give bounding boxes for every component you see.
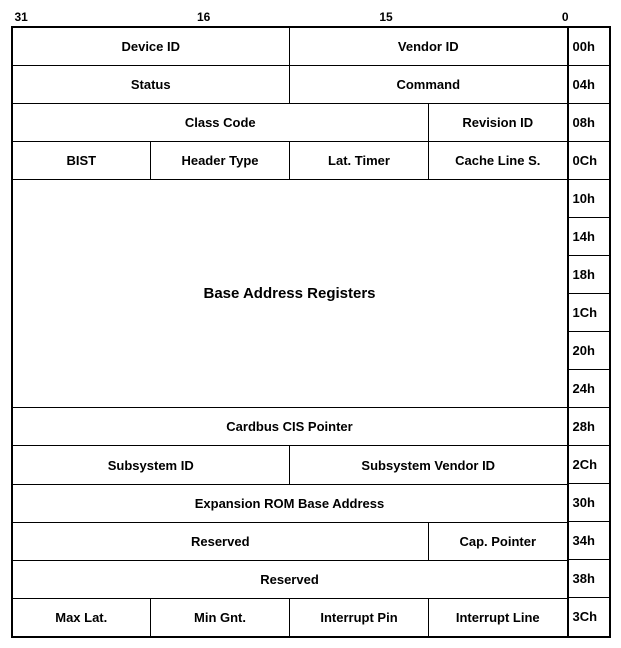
- bit-16-label: 16: [197, 10, 210, 24]
- vendor-id-cell: Vendor ID: [290, 27, 568, 66]
- addr-18h: 18h: [569, 256, 609, 294]
- table-row: BIST Header Type Lat. Timer Cache Line S…: [12, 142, 568, 180]
- table-container: Device ID Vendor ID Status Command Class…: [11, 26, 611, 638]
- command-cell: Command: [290, 66, 568, 104]
- reserved-2-cell: Reserved: [12, 560, 568, 598]
- revision-id-cell: Revision ID: [429, 104, 568, 142]
- bar-row: Base Address Registers: [12, 180, 568, 408]
- addr-38h: 38h: [569, 560, 609, 598]
- table-row: Device ID Vendor ID: [12, 27, 568, 66]
- interrupt-pin-cell: Interrupt Pin: [290, 598, 429, 637]
- interrupt-line-cell: Interrupt Line: [429, 598, 568, 637]
- addr-04h: 04h: [569, 66, 609, 104]
- reserved-1-cell: Reserved: [12, 522, 429, 560]
- addr-08h: 08h: [569, 104, 609, 142]
- addr-0ch: 0Ch: [569, 142, 609, 180]
- expansion-rom-cell: Expansion ROM Base Address: [12, 484, 568, 522]
- status-cell: Status: [12, 66, 290, 104]
- table-row: Class Code Revision ID: [12, 104, 568, 142]
- subsystem-id-cell: Subsystem ID: [12, 446, 290, 484]
- device-id-cell: Device ID: [12, 27, 290, 66]
- address-column: 00h 04h 08h 0Ch 10h 14h 18h 1Ch 20h 24h …: [569, 26, 611, 638]
- min-gnt-cell: Min Gnt.: [151, 598, 290, 637]
- lat-timer-cell: Lat. Timer: [290, 142, 429, 180]
- bist-cell: BIST: [12, 142, 151, 180]
- cardbus-cis-cell: Cardbus CIS Pointer: [12, 408, 568, 446]
- bit-31-label: 31: [15, 10, 28, 24]
- header-type-cell: Header Type: [151, 142, 290, 180]
- table-row: Subsystem ID Subsystem Vendor ID: [12, 446, 568, 484]
- table-row: Cardbus CIS Pointer: [12, 408, 568, 446]
- addr-3ch: 3Ch: [569, 598, 609, 636]
- table-row: Reserved: [12, 560, 568, 598]
- pci-config-space: 31 16 15 0 Device ID Vendor ID Status: [11, 10, 611, 638]
- addr-34h: 34h: [569, 522, 609, 560]
- bit-header: 31 16 15 0: [11, 10, 611, 26]
- table-row: Status Command: [12, 66, 568, 104]
- subsystem-vendor-cell: Subsystem Vendor ID: [290, 446, 568, 484]
- addr-24h: 24h: [569, 370, 609, 408]
- bar-cell: Base Address Registers: [12, 180, 568, 408]
- table-row: Max Lat. Min Gnt. Interrupt Pin Interrup…: [12, 598, 568, 637]
- addr-14h: 14h: [569, 218, 609, 256]
- class-code-cell: Class Code: [12, 104, 429, 142]
- pci-table: Device ID Vendor ID Status Command Class…: [11, 26, 569, 638]
- table-row: Expansion ROM Base Address: [12, 484, 568, 522]
- addr-30h: 30h: [569, 484, 609, 522]
- addr-28h: 28h: [569, 408, 609, 446]
- addr-20h: 20h: [569, 332, 609, 370]
- addr-2ch: 2Ch: [569, 446, 609, 484]
- bit-0-label: 0: [562, 10, 569, 24]
- cap-pointer-cell: Cap. Pointer: [429, 522, 568, 560]
- addr-00h: 00h: [569, 28, 609, 66]
- table-row: Reserved Cap. Pointer: [12, 522, 568, 560]
- addr-10h: 10h: [569, 180, 609, 218]
- addr-1ch: 1Ch: [569, 294, 609, 332]
- cache-line-cell: Cache Line S.: [429, 142, 568, 180]
- bit-15-label: 15: [379, 10, 392, 24]
- max-lat-cell: Max Lat.: [12, 598, 151, 637]
